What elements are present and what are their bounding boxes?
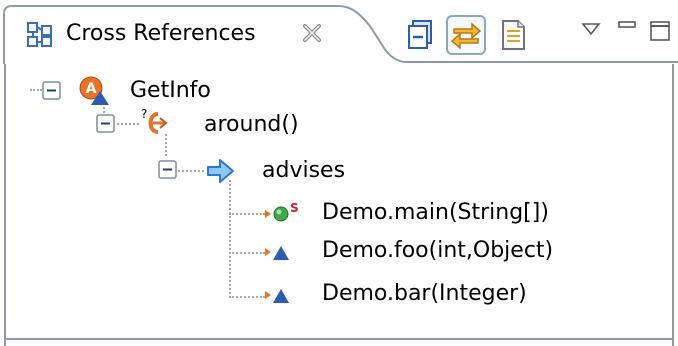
tree-row-target[interactable]: Demo.bar(Integer)	[0, 277, 678, 311]
document-icon	[502, 20, 525, 50]
minimize-icon	[618, 21, 636, 28]
tree-node-label: Demo.main(String[])	[322, 200, 549, 225]
collapse-icon[interactable]	[96, 114, 116, 134]
collapse-all-icon	[408, 20, 432, 49]
maximize-icon	[650, 21, 670, 41]
default-method-icon	[264, 287, 292, 309]
tree-row-aspect[interactable]: A GetInfo	[0, 74, 678, 108]
link-with-editor-button[interactable]	[445, 14, 487, 56]
around-advice-icon: ?	[138, 107, 172, 144]
view-tab-bar: Cross References	[0, 0, 678, 64]
tree-row-relationship[interactable]: advises	[0, 154, 678, 188]
view-menu-button[interactable]	[576, 16, 606, 46]
aspect-icon: A	[78, 76, 110, 110]
tree-node-label: GetInfo	[130, 78, 211, 103]
view-tab-title[interactable]: Cross References	[66, 19, 256, 49]
collapse-all-button[interactable]	[400, 14, 442, 56]
minimize-button[interactable]	[613, 16, 643, 46]
close-icon[interactable]	[300, 21, 324, 45]
tree-node-label: Demo.foo(int,Object)	[322, 238, 554, 263]
cross-references-icon	[27, 22, 53, 48]
default-method-icon	[264, 244, 292, 266]
tree-row-advice[interactable]: ? around()	[0, 107, 678, 144]
maximize-button[interactable]	[645, 16, 675, 46]
static-badge: S	[290, 203, 298, 215]
svg-text:?: ?	[141, 108, 147, 121]
tree-node-label: around()	[204, 112, 299, 137]
arrow-right-icon	[206, 158, 236, 188]
collapse-icon[interactable]	[42, 81, 62, 101]
tree-node-label: Demo.bar(Integer)	[322, 281, 527, 306]
tree-row-target[interactable]: S Demo.main(String[])	[0, 196, 678, 230]
svg-text:A: A	[86, 81, 97, 97]
link-with-editor-icon	[450, 22, 482, 50]
tree-row-target[interactable]: Demo.foo(int,Object)	[0, 234, 678, 268]
collapse-icon[interactable]	[158, 160, 178, 180]
show-details-button[interactable]	[492, 14, 534, 56]
chevron-down-icon	[581, 23, 601, 36]
cross-references-tree[interactable]: A GetInfo ? around() advises S Demo.main…	[0, 64, 678, 346]
tree-node-label: advises	[262, 158, 346, 183]
